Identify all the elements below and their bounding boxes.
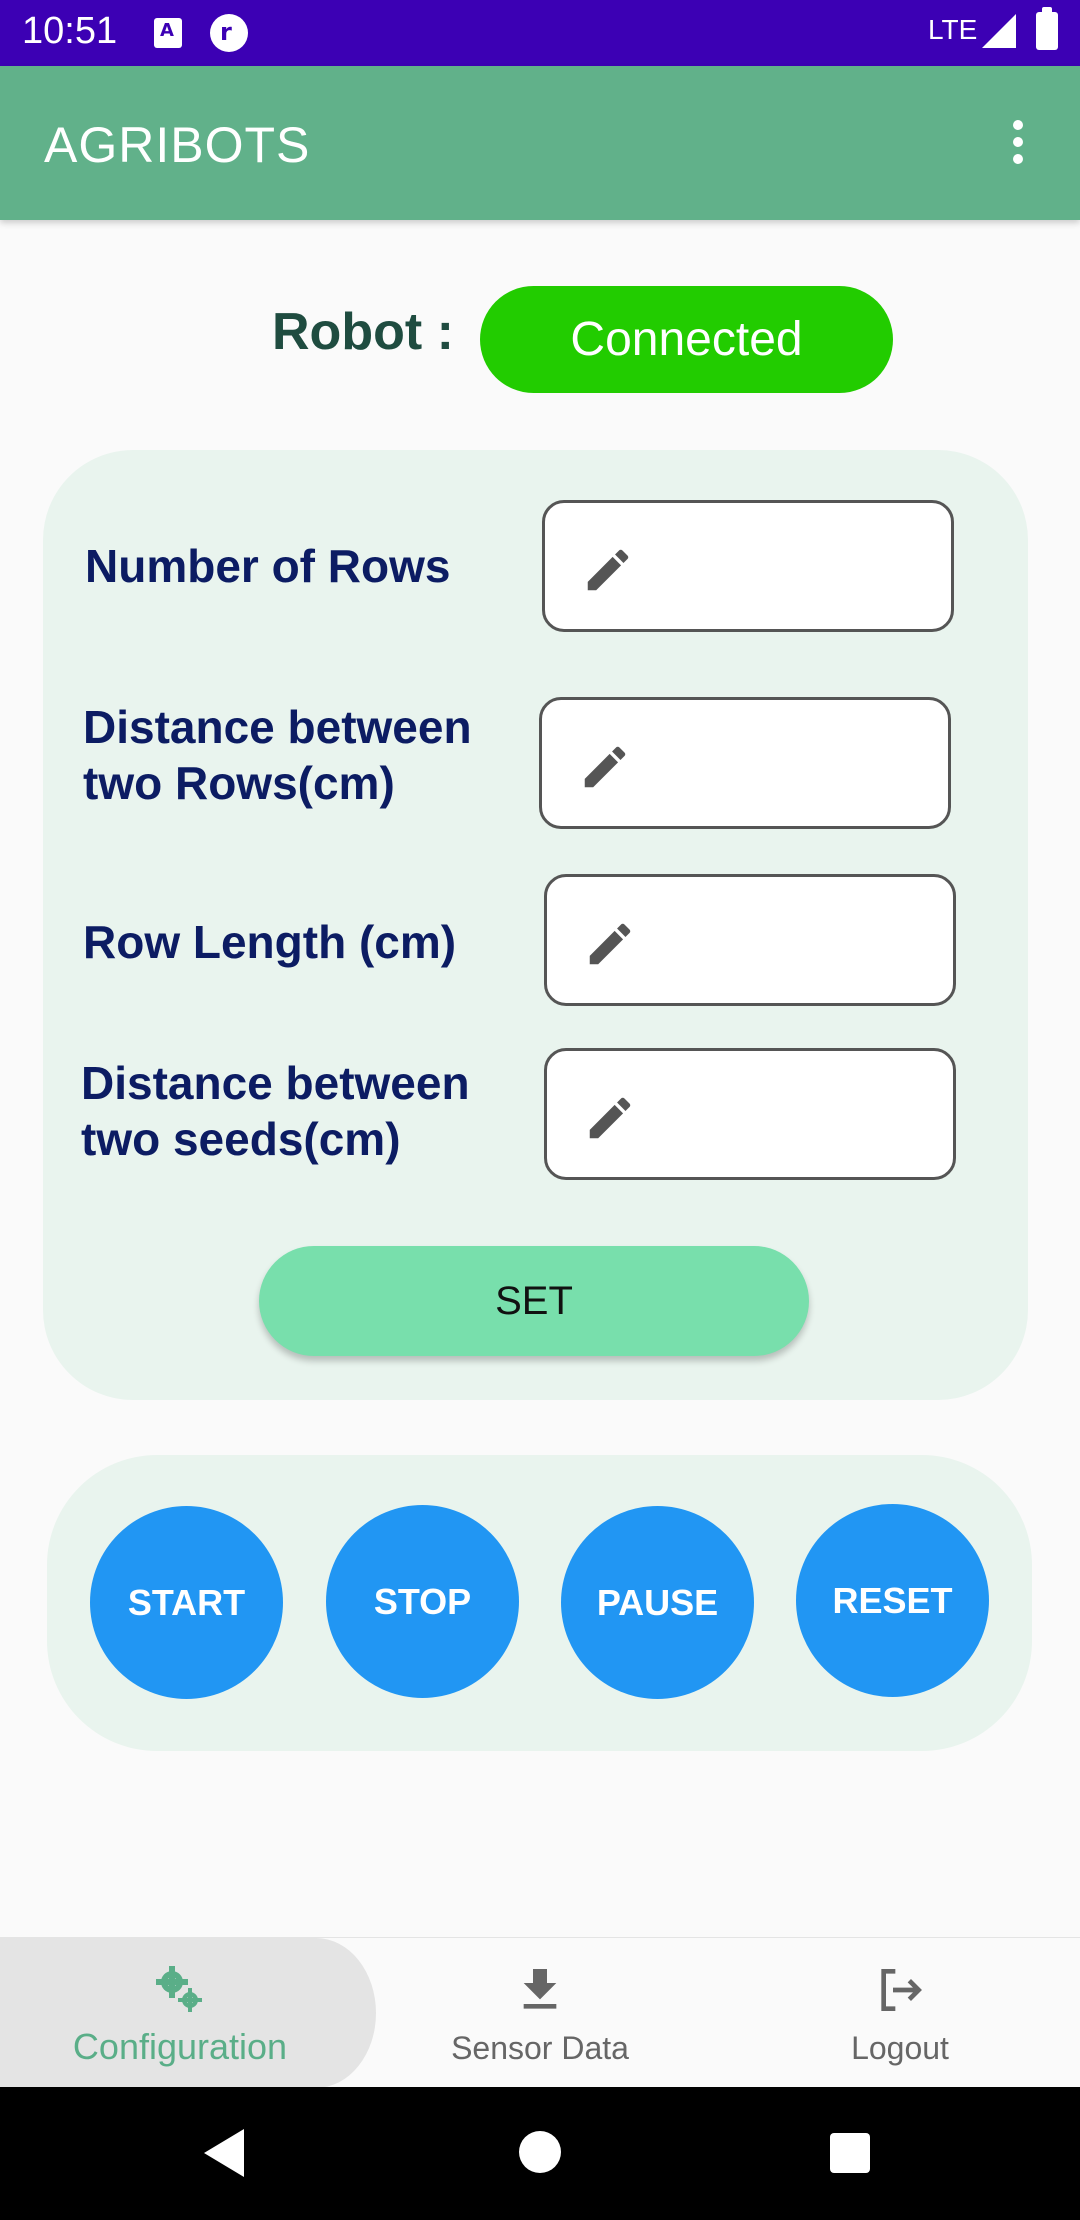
field-label-number-of-rows: Number of Rows xyxy=(85,540,451,592)
more-vert-icon[interactable] xyxy=(1006,120,1030,170)
a-icon: A xyxy=(154,18,182,48)
nav-item-logout[interactable]: Logout xyxy=(720,1938,1080,2088)
logout-icon xyxy=(881,1969,922,2011)
nav-label-logout: Logout xyxy=(851,2030,949,2066)
start-button[interactable]: START xyxy=(90,1506,283,1699)
signal-icon xyxy=(982,14,1016,48)
recents-icon[interactable] xyxy=(830,2133,870,2173)
download-icon xyxy=(523,1969,557,2009)
app-title: AGRIBOTS xyxy=(44,117,311,173)
pencil-icon xyxy=(589,1097,631,1139)
field-label-row-length: Row Length (cm) xyxy=(83,916,457,968)
distance-between-rows-input[interactable] xyxy=(539,697,951,829)
network-type: LTE xyxy=(928,14,978,45)
stop-button[interactable]: STOP xyxy=(326,1505,519,1698)
r-icon: r xyxy=(210,14,248,52)
back-icon[interactable] xyxy=(204,2129,244,2177)
pencil-icon xyxy=(589,923,631,965)
system-nav-bar xyxy=(0,2087,1080,2220)
home-icon[interactable] xyxy=(519,2131,561,2173)
field-label-distance-between-rows: Distance between two Rows(cm) xyxy=(83,701,472,809)
battery-icon xyxy=(1036,7,1058,50)
number-of-rows-input[interactable] xyxy=(542,500,954,632)
nav-label-sensor-data: Sensor Data xyxy=(451,2030,629,2066)
gears-icon xyxy=(156,1966,202,2012)
nav-label-configuration: Configuration xyxy=(72,2026,288,2067)
pencil-icon xyxy=(587,549,629,591)
pause-button[interactable]: PAUSE xyxy=(561,1506,754,1699)
reset-button[interactable]: RESET xyxy=(796,1504,989,1697)
set-button[interactable]: SET xyxy=(259,1246,809,1356)
distance-between-seeds-input[interactable] xyxy=(544,1048,956,1180)
nav-item-sensor-data[interactable]: Sensor Data xyxy=(360,1938,720,2088)
bottom-nav: Configuration Sensor Data Logout xyxy=(0,1937,1080,2088)
row-length-input[interactable] xyxy=(544,874,956,1006)
connection-status-badge: Connected xyxy=(480,286,893,393)
status-bar: 10:51 A r LTE xyxy=(0,0,1080,66)
pencil-icon xyxy=(584,746,626,788)
status-time: 10:51 xyxy=(22,10,118,52)
field-label-distance-between-seeds: Distance between two seeds(cm) xyxy=(81,1057,470,1165)
nav-item-configuration[interactable]: Configuration xyxy=(0,1938,360,2088)
app-bar: AGRIBOTS xyxy=(0,66,1080,220)
robot-label: Robot : xyxy=(272,303,454,361)
